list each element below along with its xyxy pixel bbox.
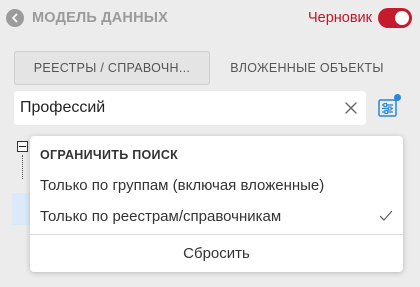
tree-collapse-toggle[interactable] — [17, 141, 28, 152]
search-input[interactable] — [20, 91, 336, 125]
reset-button[interactable]: Сбросить — [30, 238, 403, 268]
tab-registries[interactable]: РЕЕСТРЫ / СПРАВОЧН... — [14, 51, 210, 85]
search-restriction-dropdown: ОГРАНИЧИТЬ ПОИСК Только по группам (вклю… — [30, 136, 403, 272]
dropdown-heading: ОГРАНИЧИТЬ ПОИСК — [40, 148, 179, 162]
close-icon[interactable] — [344, 101, 358, 115]
draft-label: Черновик — [307, 10, 372, 26]
filter-active-indicator — [394, 94, 401, 101]
tree-connector — [22, 155, 23, 179]
back-button[interactable] — [6, 9, 24, 27]
draft-toggle[interactable] — [378, 8, 412, 28]
option-label: Только по группам (включая вложенные) — [40, 176, 325, 194]
dropdown-divider — [30, 234, 403, 235]
tab-nested-objects[interactable]: ВЛОЖЕННЫЕ ОБЪЕКТЫ — [222, 51, 392, 85]
option-label: Только по реестрам/справочникам — [40, 207, 282, 225]
search-box — [14, 91, 366, 125]
checkmark-icon — [379, 210, 393, 221]
chevron-left-icon — [12, 13, 18, 23]
header: МОДЕЛЬ ДАННЫХ Черновик — [0, 0, 420, 38]
option-groups-only[interactable]: Только по группам (включая вложенные) — [30, 169, 403, 201]
data-model-panel: МОДЕЛЬ ДАННЫХ Черновик РЕЕСТРЫ / СПРАВОЧ… — [0, 0, 420, 287]
page-title: МОДЕЛЬ ДАННЫХ — [32, 10, 169, 26]
option-registries-only[interactable]: Только по реестрам/справочникам — [30, 200, 403, 232]
tree-selected-row[interactable] — [12, 193, 32, 225]
toggle-knob — [395, 11, 409, 25]
filter-settings-button[interactable] — [376, 94, 401, 120]
